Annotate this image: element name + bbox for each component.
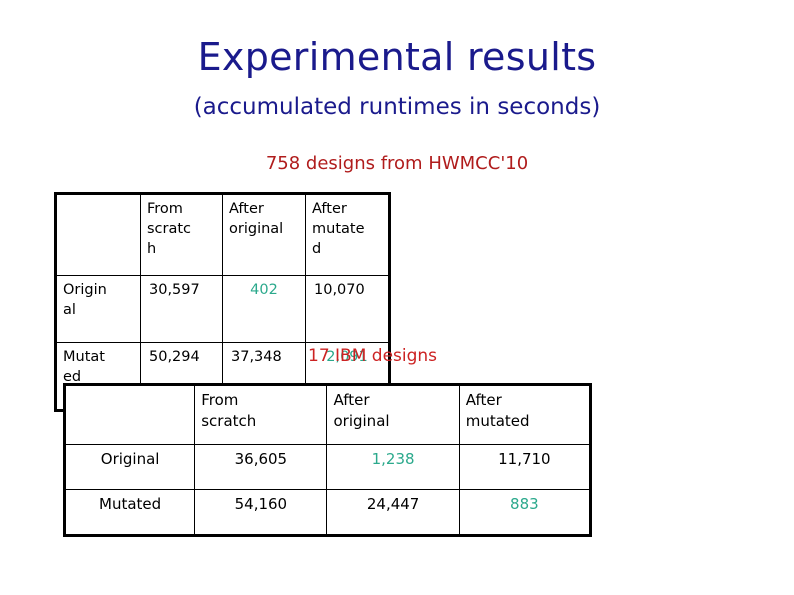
table-two-header-after-original: After original xyxy=(326,383,460,445)
label-line: al xyxy=(63,302,76,318)
table-two-corner-cell xyxy=(62,383,196,445)
table-two-row-label-original: Original xyxy=(62,444,196,490)
table-row: Original 36,605 1,238 11,710 xyxy=(62,444,593,490)
page-subtitle: (accumulated runtimes in seconds) xyxy=(193,94,601,120)
label-line: Origin xyxy=(63,282,107,298)
header-line: original xyxy=(333,412,390,430)
header-line: d xyxy=(312,241,322,257)
table-two-header-after-mutated: After mutated xyxy=(458,383,593,445)
header-line: h xyxy=(147,241,157,257)
header-line: From xyxy=(201,391,239,409)
cell-ibm-mutated-from-scratch: 54,160 xyxy=(194,489,328,537)
cell-ibm-original-after-mutated: 11,710 xyxy=(458,444,593,490)
page-title: Experimental results xyxy=(197,35,597,79)
header-line: scratc xyxy=(147,221,192,237)
header-line: mutate xyxy=(312,221,365,237)
hwmcc-results-table: From scratc h After original After mutat… xyxy=(54,192,391,412)
header-line: mutated xyxy=(465,412,530,430)
cell-original-after-mutated: 10,070 xyxy=(305,275,391,343)
table-one-row-label-original: Origin al xyxy=(54,275,141,343)
table-two-row-label-mutated: Mutated xyxy=(62,489,196,537)
table-one-header-row: From scratc h After original After mutat… xyxy=(54,192,391,276)
cell-ibm-original-after-original: 1,238 xyxy=(326,444,460,490)
hwmcc-dataset-caption: 758 designs from HWMCC'10 xyxy=(265,153,529,174)
header-line: After xyxy=(333,391,370,409)
ibm-results-table: From scratch After original After mutate… xyxy=(62,383,593,537)
table-two-header-from-scratch: From scratch xyxy=(194,383,328,445)
cell-original-from-scratch: 30,597 xyxy=(140,275,223,343)
header-line: After xyxy=(229,201,264,217)
cell-original-after-original: 402 xyxy=(222,275,306,343)
ibm-dataset-caption: 17 IBM designs xyxy=(308,346,438,366)
cell-ibm-original-from-scratch: 36,605 xyxy=(194,444,328,490)
table-one-header-after-original: After original xyxy=(222,192,306,276)
table-row: Origin al 30,597 402 10,070 xyxy=(54,275,391,343)
header-line: original xyxy=(229,221,284,237)
table-row: Mutated 54,160 24,447 883 xyxy=(62,489,593,537)
cell-ibm-mutated-after-mutated: 883 xyxy=(458,489,593,537)
table-one-header-after-mutated: After mutate d xyxy=(305,192,391,276)
table-one-header-from-scratch: From scratc h xyxy=(140,192,223,276)
header-line: From xyxy=(147,201,183,217)
header-line: After xyxy=(465,391,502,409)
cell-ibm-mutated-after-original: 24,447 xyxy=(326,489,460,537)
header-line: After xyxy=(312,201,347,217)
table-two-header-row: From scratch After original After mutate… xyxy=(62,383,593,445)
header-line: scratch xyxy=(201,412,257,430)
label-line: Mutat xyxy=(63,349,105,365)
table-one-corner-cell xyxy=(54,192,141,276)
